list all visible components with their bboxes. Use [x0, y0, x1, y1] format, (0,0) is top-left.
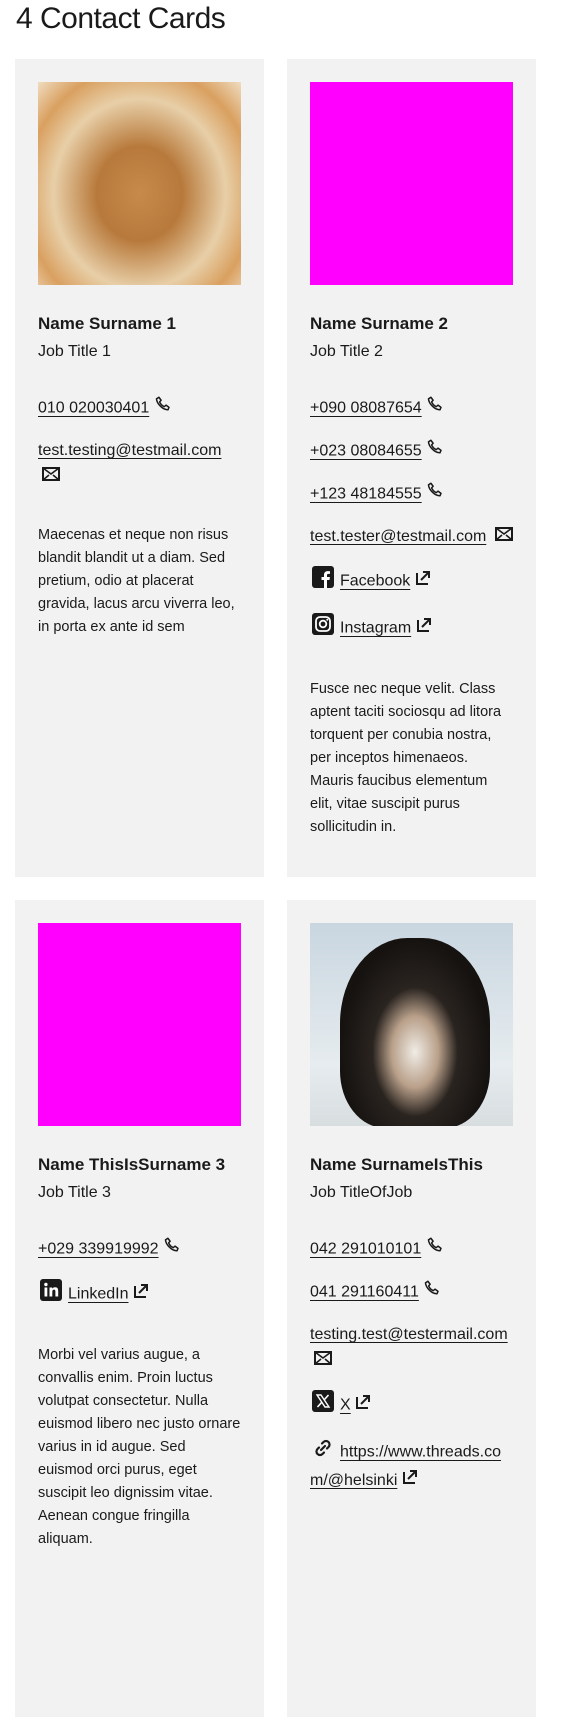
phone-row: +029 339919992 — [38, 1236, 241, 1263]
contact-job-title: Job Title 1 — [38, 343, 111, 360]
external-link-icon — [402, 1468, 418, 1494]
contact-job-title: Job Title 3 — [38, 1184, 111, 1201]
phone-icon — [426, 1236, 444, 1263]
contact-photo-husky — [310, 923, 513, 1126]
contact-job-title: Job TitleOfJob — [310, 1184, 413, 1201]
external-link-icon — [133, 1282, 149, 1308]
email-link[interactable]: test.tester@testmail.com — [310, 528, 486, 545]
phone-row: 010 020030401 — [38, 395, 241, 422]
social-link-row: LinkedIn — [38, 1279, 241, 1310]
phone-icon — [163, 1236, 181, 1263]
email-row: test.tester@testmail.com — [310, 524, 513, 550]
x-icon — [312, 1390, 334, 1421]
phone-row: +090 08087654 — [310, 395, 513, 422]
mail-icon — [42, 464, 60, 490]
external-link-icon — [355, 1393, 371, 1419]
phone-link[interactable]: 010 020030401 — [38, 400, 149, 417]
external-link-icon — [416, 616, 432, 642]
contact-description: Fusce nec neque velit. Class aptent taci… — [310, 681, 502, 836]
facebook-icon — [312, 566, 334, 597]
phone-row: +123 48184555 — [310, 481, 513, 508]
page-title: 4 Contact Cards — [16, 2, 226, 35]
email-link[interactable]: testing.test@testermail.com — [310, 1326, 508, 1343]
social-link[interactable]: LinkedIn — [68, 1286, 129, 1303]
phone-row: +023 08084655 — [310, 438, 513, 465]
contact-card: Name ThisIsSurname 3 Job Title 3 +029 3399… — [15, 900, 264, 1717]
phone-icon — [426, 395, 444, 422]
instagram-icon — [312, 613, 334, 644]
social-link-row: https://www.threads.com/@helsinki — [310, 1437, 513, 1494]
contact-description: Maecenas et neque non risus blandit blan… — [38, 527, 235, 636]
phone-icon — [423, 1279, 441, 1306]
contact-job-title: Job Title 2 — [310, 343, 383, 360]
social-link-row: X — [310, 1390, 513, 1421]
contact-name: Name Surname 2 — [310, 314, 448, 333]
email-link[interactable]: test.testing@testmail.com — [38, 442, 221, 459]
link-icon — [312, 1437, 334, 1468]
phone-link[interactable]: 041 291160411 — [310, 1284, 419, 1301]
phone-link[interactable]: 042 291010101 — [310, 1241, 421, 1258]
phone-icon — [426, 481, 444, 508]
contact-photo-lion — [38, 82, 241, 285]
phone-link[interactable]: +023 08084655 — [310, 443, 422, 460]
contact-card: Name SurnameIsThis Job TitleOfJob 042 2910… — [287, 900, 536, 1717]
phone-link[interactable]: +090 08087654 — [310, 400, 422, 417]
email-row: testing.test@testermail.com — [310, 1322, 513, 1374]
phone-link[interactable]: +123 48184555 — [310, 486, 422, 503]
social-link[interactable]: Facebook — [340, 573, 410, 590]
mail-icon — [494, 524, 513, 550]
social-link-row: Instagram — [310, 613, 513, 644]
external-link-icon — [415, 569, 431, 595]
contact-card: Name Surname 2 Job Title 2 +090 08087654 +… — [287, 59, 536, 877]
phone-icon — [426, 438, 444, 465]
contact-photo-placeholder — [310, 82, 513, 285]
contact-description: Morbi vel varius augue, a convallis enim… — [38, 1347, 241, 1547]
social-link-row: Facebook — [310, 566, 513, 597]
mail-icon — [314, 1348, 332, 1374]
email-row: test.testing@testmail.com — [38, 438, 241, 490]
phone-link[interactable]: +029 339919992 — [38, 1241, 159, 1258]
phone-row: 042 291010101 — [310, 1236, 513, 1263]
linkedin-icon — [40, 1279, 62, 1310]
contact-card: Name Surname 1 Job Title 1 010 020030401 t… — [15, 59, 264, 877]
contact-name: Name ThisIsSurname 3 — [38, 1155, 226, 1174]
phone-icon — [154, 395, 172, 422]
social-link[interactable]: Instagram — [340, 620, 411, 637]
contact-name: Name Surname 1 — [38, 314, 176, 333]
social-link[interactable]: X — [340, 1397, 351, 1414]
contact-photo-placeholder — [38, 923, 241, 1126]
contact-card-grid: Name Surname 1 Job Title 1 010 020030401 t… — [15, 59, 536, 1717]
contact-name: Name SurnameIsThis — [310, 1155, 483, 1174]
phone-row: 041 291160411 — [310, 1279, 513, 1306]
